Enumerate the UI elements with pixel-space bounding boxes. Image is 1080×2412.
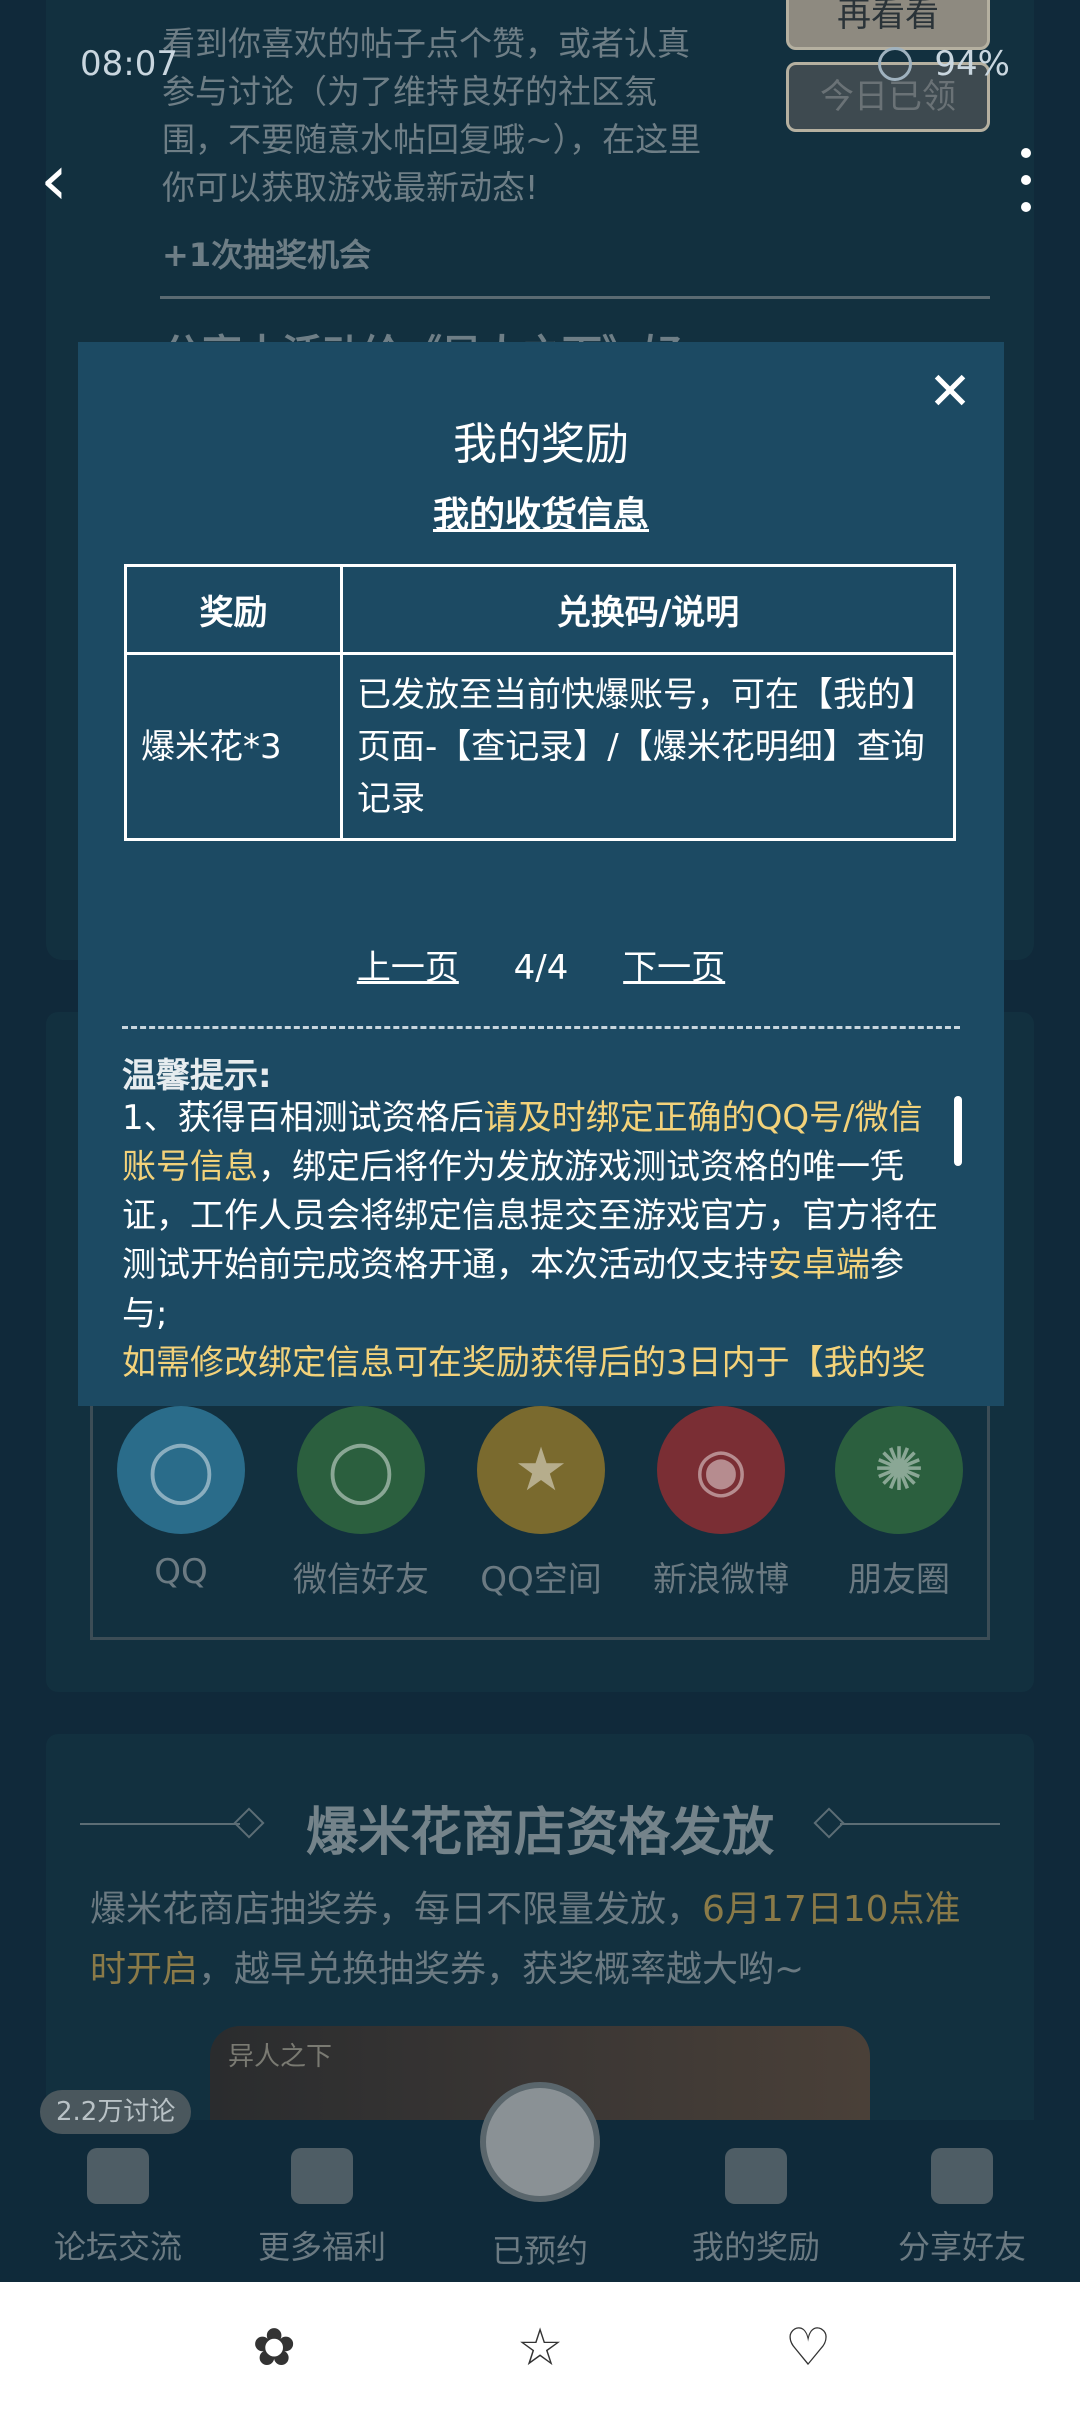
share-moments[interactable]: ✺ 朋友圈	[814, 1406, 984, 1601]
tab-my-rewards[interactable]: 我的奖励	[676, 2148, 836, 2268]
share-weibo[interactable]: ◉ 新浪微博	[636, 1406, 806, 1601]
table-header-row: 奖励 兑换码/说明	[124, 564, 956, 655]
reward-table: 奖励 兑换码/说明 爆米花*3 已发放至当前快爆账号，可在【我的】页面-【查记录…	[124, 564, 956, 841]
table-row: 爆米花*3 已发放至当前快爆账号，可在【我的】页面-【查记录】/【爆米花明细】查…	[124, 652, 956, 841]
tips-title: 温馨提示:	[122, 1056, 272, 1096]
share-label: QQ	[154, 1552, 208, 1592]
more-dot-icon	[1021, 148, 1031, 158]
flower-icon[interactable]: ✿	[244, 2318, 304, 2378]
shipping-info-link[interactable]: 我的收货信息	[78, 486, 1004, 538]
star-icon[interactable]: ☆	[510, 2318, 570, 2378]
status-bar: 08:07 94%	[0, 0, 1080, 120]
weibo-icon: ◉	[657, 1406, 785, 1534]
tab-label: 我的奖励	[691, 2228, 820, 2266]
my-rewards-modal: ✕ 我的奖励 我的收货信息 奖励 兑换码/说明 爆米花*3 已发放至当前快爆账号…	[78, 342, 1004, 1406]
share-qq[interactable]: ◯ QQ	[96, 1406, 266, 1592]
tips-body: 1、获得百相测试资格后请及时绑定正确的QQ号/微信账号信息，绑定后将作为发放游戏…	[122, 1094, 942, 1388]
tips-text: 1、获得百相测试资格后	[122, 1098, 484, 1138]
scrollbar[interactable]	[954, 1096, 962, 1166]
system-nav-bar: ✿ ☆ ♡	[0, 2282, 1080, 2412]
money-bag-icon	[725, 2148, 787, 2204]
share-label: 微信好友	[293, 1560, 429, 1600]
shop-title: 爆米花商店资格发放	[305, 1803, 774, 1863]
share-wechat[interactable]: ◯ 微信好友	[276, 1406, 446, 1601]
tab-label: 论坛交流	[53, 2228, 182, 2266]
modal-title: 我的奖励	[453, 419, 629, 470]
reserved-button[interactable]	[480, 2082, 600, 2202]
task-divider	[160, 296, 990, 299]
column-header: 兑换码/说明	[340, 564, 956, 655]
qq-icon: ◯	[117, 1406, 245, 1534]
page-indicator: 4/4	[513, 948, 569, 988]
more-dot-icon	[1021, 202, 1031, 212]
tips-highlight: 如需修改绑定信息可在奖励获得后的3日内于【我的奖	[122, 1343, 926, 1383]
tab-label: 分享好友	[897, 2228, 1026, 2266]
tab-share-friends[interactable]: 分享好友	[882, 2148, 1042, 2268]
shop-desc-text: ，越早兑换抽奖券，获奖概率越大哟~	[198, 1949, 805, 1990]
reward-cell: 爆米花*3	[124, 652, 343, 841]
share-label: 朋友圈	[848, 1560, 950, 1600]
share-arrow-icon	[931, 2148, 993, 2204]
next-page-button[interactable]: 下一页	[623, 940, 725, 989]
tips-highlight: 安卓端	[768, 1245, 870, 1285]
wechat-icon: ◯	[297, 1406, 425, 1534]
dashed-divider	[122, 1026, 960, 1029]
battery-icon	[878, 47, 913, 81]
more-menu-button[interactable]	[1008, 148, 1044, 212]
note-cell: 已发放至当前快爆账号，可在【我的】页面-【查记录】/【爆米花明细】查询记录	[340, 652, 956, 841]
qzone-icon: ★	[477, 1406, 605, 1534]
back-button[interactable]: ‹	[40, 140, 100, 220]
battery-level: 94%	[934, 44, 1010, 84]
status-indicators: 94%	[878, 44, 1010, 84]
status-time: 08:07	[80, 44, 178, 84]
moments-icon: ✺	[835, 1406, 963, 1534]
more-dot-icon	[1021, 175, 1031, 185]
chat-icon	[87, 2148, 149, 2204]
banner-label: 异人之下	[228, 2042, 333, 2072]
tab-label: 已预约	[491, 2232, 588, 2270]
discussion-count-badge: 2.2万讨论	[40, 2090, 192, 2134]
share-label: QQ空间	[480, 1560, 602, 1600]
shop-desc-text: 爆米花商店抽奖券，每日不限量发放，	[90, 1889, 703, 1930]
task-lottery-chance: +1次抽奖机会	[162, 236, 372, 274]
tab-more-benefits[interactable]: 更多福利	[242, 2148, 402, 2268]
tab-forum[interactable]: 论坛交流	[38, 2148, 198, 2268]
shop-description: 爆米花商店抽奖券，每日不限量发放，6月17日10点准时开启，越早兑换抽奖券，获奖…	[90, 1880, 990, 2000]
share-label: 新浪微博	[653, 1560, 789, 1600]
pagination: 上一页 4/4 下一页	[78, 940, 1004, 989]
heart-icon[interactable]: ♡	[778, 2318, 838, 2378]
prev-page-button[interactable]: 上一页	[357, 940, 459, 989]
share-qzone[interactable]: ★ QQ空间	[456, 1406, 626, 1601]
column-header: 奖励	[124, 564, 343, 655]
tab-label: 更多福利	[257, 2228, 386, 2266]
gift-icon	[291, 2148, 353, 2204]
